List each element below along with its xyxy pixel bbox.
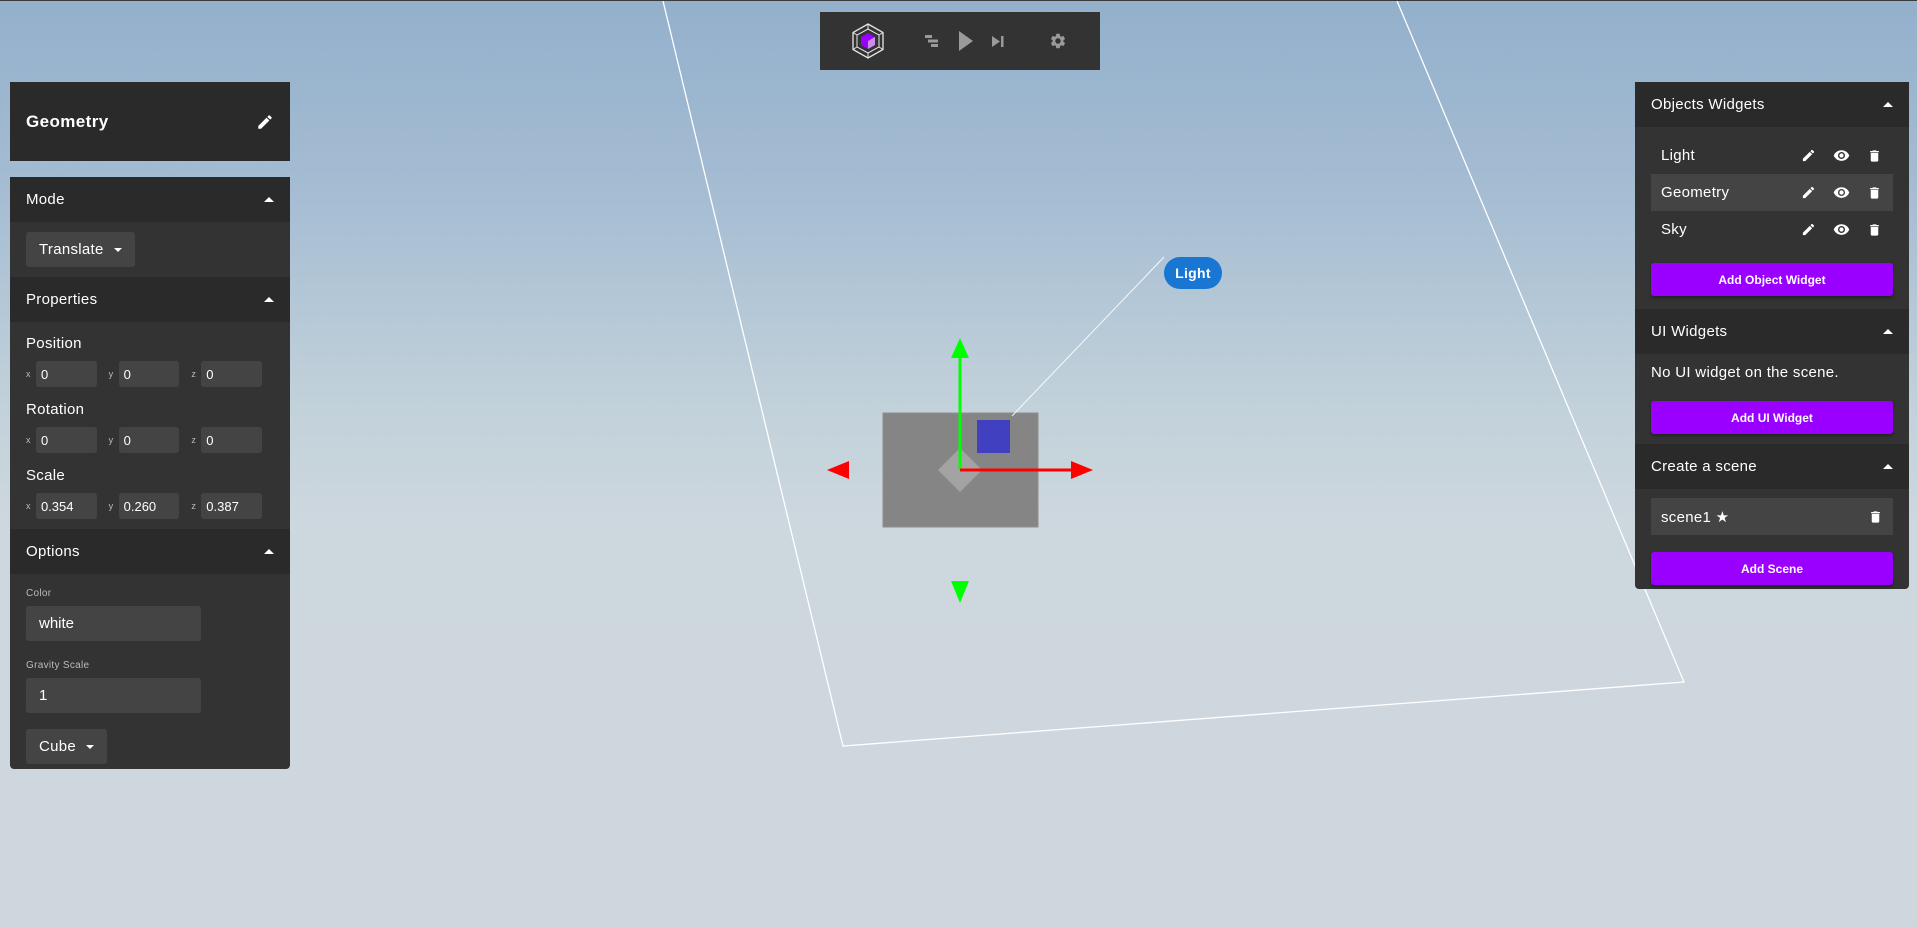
scene-item[interactable]: scene1 ★ xyxy=(1651,498,1893,535)
top-toolbar xyxy=(820,12,1100,70)
ground-plane-outline xyxy=(662,1,1685,747)
scale-inputs: x 0.354 y 0.260 z 0.387 xyxy=(26,493,274,519)
eye-icon[interactable] xyxy=(1832,221,1850,239)
position-z-input[interactable]: 0 xyxy=(201,361,263,387)
chevron-up-icon[interactable] xyxy=(1883,464,1893,469)
color-input[interactable]: white xyxy=(26,606,201,641)
pencil-icon[interactable] xyxy=(1799,221,1817,239)
ui-widgets-body: No UI widget on the scene. Add UI Widget xyxy=(1635,354,1909,444)
color-label: Color xyxy=(26,588,52,599)
create-scene-label: Create a scene xyxy=(1651,458,1757,475)
light-helper-line xyxy=(1011,256,1165,417)
eye-icon[interactable] xyxy=(1832,147,1850,165)
trash-icon[interactable] xyxy=(1865,147,1883,165)
properties-panel: Mode Translate Properties Position x 0 y… xyxy=(10,177,290,769)
add-scene-button[interactable]: Add Scene xyxy=(1651,552,1893,585)
object-item-label: Sky xyxy=(1661,221,1687,238)
axis-z-label: z xyxy=(191,501,196,511)
trash-icon[interactable] xyxy=(1865,184,1883,202)
shape-dropdown[interactable]: Cube xyxy=(26,729,108,764)
light-helper[interactable] xyxy=(977,420,1010,453)
selected-object-card: Geometry xyxy=(10,82,290,161)
chevron-up-icon[interactable] xyxy=(264,297,274,302)
axis-x-label: x xyxy=(26,501,31,511)
axis-z-label: z xyxy=(191,435,196,445)
chevron-up-icon[interactable] xyxy=(1883,102,1893,107)
position-inputs: x 0 y 0 z 0 xyxy=(26,361,274,387)
ui-widgets-empty-text: No UI widget on the scene. xyxy=(1651,364,1839,381)
objects-list: Light Geometry Sky Add Object Widget xyxy=(1635,127,1909,306)
scenes-body: scene1 ★ Add Scene xyxy=(1635,498,1909,585)
gear-icon[interactable] xyxy=(1048,31,1068,51)
skip-next-icon[interactable] xyxy=(990,33,1006,49)
selected-object-title: Geometry xyxy=(26,111,109,131)
widgets-panel: Objects Widgets Light Geometry Sky Add O… xyxy=(1635,82,1909,589)
axis-y-label: y xyxy=(108,435,114,445)
properties-header-label: Properties xyxy=(26,291,98,308)
axis-z-label: z xyxy=(191,369,196,379)
rotation-z-input[interactable]: 0 xyxy=(201,427,263,453)
objects-widgets-label: Objects Widgets xyxy=(1651,96,1765,113)
rotation-label: Rotation xyxy=(26,401,85,418)
axis-x-label: x xyxy=(26,369,31,379)
pencil-icon[interactable] xyxy=(256,113,274,131)
gizmo-x-arrow-left[interactable] xyxy=(827,461,849,479)
chevron-up-icon[interactable] xyxy=(1883,329,1893,334)
properties-section-body: Position x 0 y 0 z 0 Rotation x 0 y 0 z … xyxy=(10,322,290,529)
mode-section-body: Translate xyxy=(10,222,290,277)
object-item-label: Geometry xyxy=(1661,184,1730,201)
mode-header-label: Mode xyxy=(26,191,65,208)
gizmo-x-arrow-right[interactable] xyxy=(1071,461,1093,479)
create-scene-header[interactable]: Create a scene xyxy=(1635,444,1909,489)
mode-dropdown-value: Translate xyxy=(39,241,104,258)
mode-section-header[interactable]: Mode xyxy=(10,177,290,222)
scene-item-label: scene1 ★ xyxy=(1661,508,1730,526)
position-y-input[interactable]: 0 xyxy=(118,361,180,387)
gizmo-y-arrow-up[interactable] xyxy=(951,338,969,358)
scale-x-input[interactable]: 0.354 xyxy=(35,493,97,519)
chevron-up-icon[interactable] xyxy=(264,197,274,202)
axis-y-label: y xyxy=(108,501,114,511)
pencil-icon[interactable] xyxy=(1799,147,1817,165)
options-section-body: Color white Gravity Scale 1 Cube xyxy=(10,574,290,764)
play-icon[interactable] xyxy=(956,28,976,54)
objects-widgets-header[interactable]: Objects Widgets xyxy=(1635,82,1909,127)
mode-dropdown[interactable]: Translate xyxy=(26,232,135,267)
add-object-widget-button[interactable]: Add Object Widget xyxy=(1651,263,1893,296)
object-item-sky[interactable]: Sky xyxy=(1651,211,1893,248)
ui-widgets-header[interactable]: UI Widgets xyxy=(1635,309,1909,354)
scale-label: Scale xyxy=(26,467,66,484)
axis-y-label: y xyxy=(108,369,114,379)
cube-logo-icon[interactable] xyxy=(848,21,888,61)
rotation-y-input[interactable]: 0 xyxy=(118,427,180,453)
gravity-scale-input[interactable]: 1 xyxy=(26,678,201,713)
scale-z-input[interactable]: 0.387 xyxy=(201,493,263,519)
pencil-icon[interactable] xyxy=(1799,184,1817,202)
shape-dropdown-value: Cube xyxy=(39,738,77,755)
add-ui-widget-button[interactable]: Add UI Widget xyxy=(1651,401,1893,434)
scale-y-input[interactable]: 0.260 xyxy=(118,493,180,519)
gravity-scale-label: Gravity Scale xyxy=(26,660,90,671)
light-label-badge[interactable]: Light xyxy=(1164,257,1222,289)
gizmo-y-arrow-down[interactable] xyxy=(951,581,969,603)
chevron-down-icon xyxy=(113,247,122,252)
properties-section-header[interactable]: Properties xyxy=(10,277,290,322)
object-item-light[interactable]: Light xyxy=(1651,137,1893,174)
options-section-header[interactable]: Options xyxy=(10,529,290,574)
axis-x-label: x xyxy=(26,435,31,445)
trash-icon[interactable] xyxy=(1868,509,1883,525)
ui-widgets-label: UI Widgets xyxy=(1651,323,1728,340)
object-item-label: Light xyxy=(1661,147,1696,164)
position-x-input[interactable]: 0 xyxy=(35,361,97,387)
rotation-x-input[interactable]: 0 xyxy=(35,427,97,453)
chevron-up-icon[interactable] xyxy=(264,549,274,554)
trash-icon[interactable] xyxy=(1865,221,1883,239)
rotation-inputs: x 0 y 0 z 0 xyxy=(26,427,274,453)
chevron-down-icon xyxy=(86,744,95,749)
object-item-geometry[interactable]: Geometry xyxy=(1651,174,1893,211)
options-header-label: Options xyxy=(26,543,80,560)
align-icon[interactable] xyxy=(924,32,942,50)
position-label: Position xyxy=(26,335,82,352)
eye-icon[interactable] xyxy=(1832,184,1850,202)
